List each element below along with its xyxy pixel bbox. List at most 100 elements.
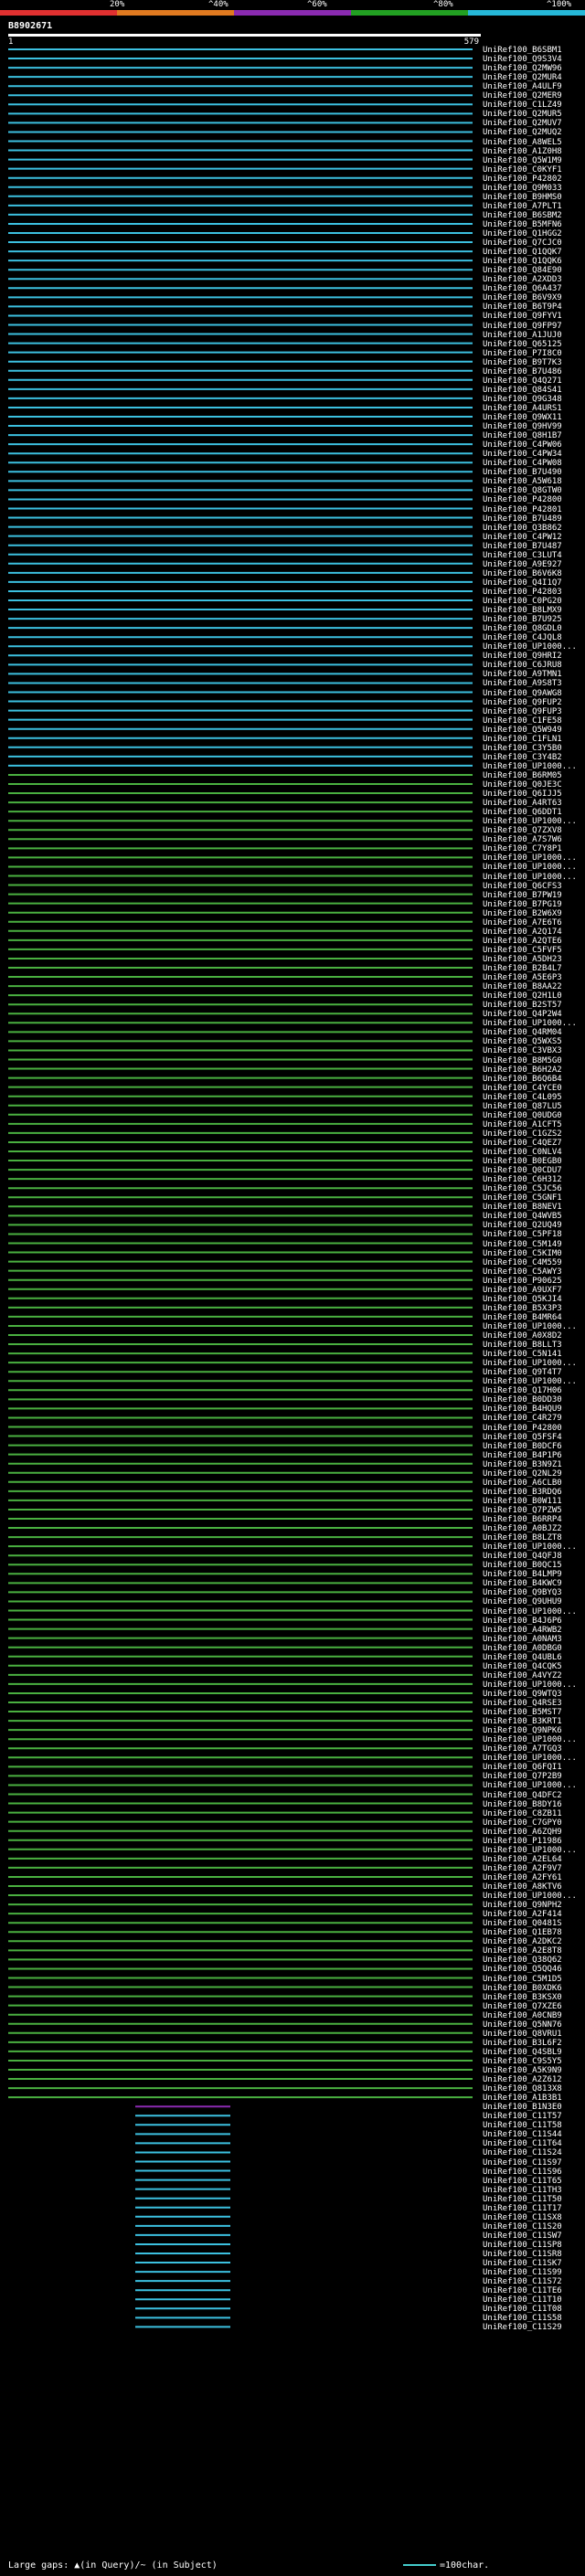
- hit-label[interactable]: UniRef100_C7Y8P1: [483, 844, 562, 853]
- hit-label[interactable]: UniRef100_B7U487: [483, 542, 562, 551]
- hit-label[interactable]: UniRef100_C0KYF1: [483, 165, 562, 175]
- hit-label[interactable]: UniRef100_C11T08: [483, 2305, 562, 2314]
- hit-label[interactable]: UniRef100_Q2MUQ2: [483, 128, 562, 137]
- hit-label[interactable]: UniRef100_Q9FYV1: [483, 312, 562, 321]
- hit-label[interactable]: UniRef100_UP1000...: [483, 1542, 577, 1552]
- hit-label[interactable]: UniRef100_A9S8T3: [483, 679, 562, 688]
- hit-label[interactable]: UniRef100_UP1000...: [483, 1377, 577, 1386]
- hit-label[interactable]: UniRef100_UP1000...: [483, 817, 577, 826]
- hit-label[interactable]: UniRef100_Q4CQK5: [483, 1662, 562, 1671]
- hit-label[interactable]: UniRef100_B6H2A2: [483, 1065, 562, 1075]
- hit-label[interactable]: UniRef100_C11S44: [483, 2130, 562, 2139]
- hit-label[interactable]: UniRef100_Q4I1Q7: [483, 578, 562, 588]
- hit-label[interactable]: UniRef100_Q7ZXV8: [483, 826, 562, 835]
- hit-label[interactable]: UniRef100_Q4P2W4: [483, 1010, 562, 1019]
- hit-label[interactable]: UniRef100_Q1QQK6: [483, 257, 562, 266]
- hit-label[interactable]: UniRef100_C3Y5B0: [483, 744, 562, 753]
- hit-label[interactable]: UniRef100_Q4DFC2: [483, 1791, 562, 1800]
- hit-label[interactable]: UniRef100_Q6IJJ5: [483, 790, 562, 799]
- hit-label[interactable]: UniRef100_C11S99: [483, 2268, 562, 2277]
- hit-label[interactable]: UniRef100_C1FLN1: [483, 735, 562, 744]
- hit-label[interactable]: UniRef100_A4RT63: [483, 799, 562, 808]
- hit-label[interactable]: UniRef100_C11SK7: [483, 2259, 562, 2268]
- hit-label[interactable]: UniRef100_C11T17: [483, 2204, 562, 2213]
- hit-label[interactable]: UniRef100_B6RM05: [483, 771, 562, 780]
- hit-label[interactable]: UniRef100_B9T7K3: [483, 358, 562, 367]
- hit-label[interactable]: UniRef100_B6V9X9: [483, 293, 562, 302]
- hit-label[interactable]: UniRef100_Q9FUP2: [483, 698, 562, 707]
- hit-label[interactable]: UniRef100_A1CFT5: [483, 1120, 562, 1129]
- hit-label[interactable]: UniRef100_Q9FUP3: [483, 707, 562, 716]
- hit-label[interactable]: UniRef100_B5X3P3: [483, 1304, 562, 1313]
- hit-label[interactable]: UniRef100_Q9M033: [483, 184, 562, 193]
- hit-label[interactable]: UniRef100_Q8GDL0: [483, 624, 562, 633]
- hit-label[interactable]: UniRef100_C11TH3: [483, 2186, 562, 2195]
- hit-label[interactable]: UniRef100_C11TE6: [483, 2286, 562, 2295]
- hit-label[interactable]: UniRef100_C11T64: [483, 2139, 562, 2148]
- hit-label[interactable]: UniRef100_B8LMX9: [483, 606, 562, 615]
- hit-label[interactable]: UniRef100_Q813X8: [483, 2084, 562, 2094]
- hit-label[interactable]: UniRef100_Q1EB78: [483, 1928, 562, 1937]
- hit-label[interactable]: UniRef100_C11SW7: [483, 2231, 562, 2241]
- hit-label[interactable]: UniRef100_C11S29: [483, 2323, 562, 2332]
- hit-label[interactable]: UniRef100_C1LZ49: [483, 101, 562, 110]
- hit-label[interactable]: UniRef100_C4PW12: [483, 533, 562, 542]
- hit-label[interactable]: UniRef100_B4LMP9: [483, 1570, 562, 1579]
- hit-label[interactable]: UniRef100_C11T58: [483, 2121, 562, 2130]
- hit-label[interactable]: UniRef100_B3N9Z1: [483, 1460, 562, 1469]
- hit-label[interactable]: UniRef100_Q7XZE6: [483, 2002, 562, 2011]
- hit-label[interactable]: UniRef100_Q9G348: [483, 395, 562, 404]
- hit-label[interactable]: UniRef100_B2ST57: [483, 1001, 562, 1010]
- hit-label[interactable]: UniRef100_C5PF18: [483, 1230, 562, 1239]
- hit-label[interactable]: UniRef100_B8DY16: [483, 1800, 562, 1809]
- hit-label[interactable]: UniRef100_B6SBM2: [483, 211, 562, 220]
- hit-label[interactable]: UniRef100_A9UXF7: [483, 1286, 562, 1295]
- hit-label[interactable]: UniRef100_UP1000...: [483, 1359, 577, 1368]
- hit-label[interactable]: UniRef100_Q84S41: [483, 386, 562, 395]
- hit-label[interactable]: UniRef100_B6Q6B4: [483, 1075, 562, 1084]
- hit-label[interactable]: UniRef100_Q38Q62: [483, 1956, 562, 1965]
- hit-label[interactable]: UniRef100_B7U490: [483, 468, 562, 477]
- hit-label[interactable]: UniRef100_Q2MER9: [483, 91, 562, 101]
- hit-label[interactable]: UniRef100_C11S96: [483, 2168, 562, 2177]
- hit-label[interactable]: UniRef100_Q17H06: [483, 1386, 562, 1395]
- hit-label[interactable]: UniRef100_Q9T4T7: [483, 1368, 562, 1377]
- hit-label[interactable]: UniRef100_B4KWC9: [483, 1579, 562, 1588]
- hit-label[interactable]: UniRef100_C11S58: [483, 2314, 562, 2323]
- hit-label[interactable]: UniRef100_A0CNB9: [483, 2011, 562, 2020]
- hit-label[interactable]: UniRef100_Q6DDT1: [483, 808, 562, 817]
- hit-label[interactable]: UniRef100_Q7PZW5: [483, 1506, 562, 1515]
- hit-label[interactable]: UniRef100_A2E8T8: [483, 1946, 562, 1956]
- hit-label[interactable]: UniRef100_C0NLV4: [483, 1148, 562, 1157]
- hit-label[interactable]: UniRef100_UP1000...: [483, 762, 577, 771]
- hit-label[interactable]: UniRef100_UP1000...: [483, 853, 577, 863]
- hit-label[interactable]: UniRef100_Q9UHU9: [483, 1597, 562, 1606]
- hit-label[interactable]: UniRef100_UP1000...: [483, 1019, 577, 1028]
- hit-label[interactable]: UniRef100_B0DCF6: [483, 1442, 562, 1451]
- hit-label[interactable]: UniRef100_A8KTV6: [483, 1882, 562, 1892]
- hit-label[interactable]: UniRef100_Q7CJC0: [483, 239, 562, 248]
- hit-label[interactable]: UniRef100_A2FY61: [483, 1873, 562, 1882]
- hit-label[interactable]: UniRef100_Q1HGG2: [483, 229, 562, 239]
- hit-label[interactable]: UniRef100_Q9NPK6: [483, 1726, 562, 1735]
- hit-label[interactable]: UniRef100_UP1000...: [483, 873, 577, 882]
- hit-label[interactable]: UniRef100_P42800: [483, 495, 562, 504]
- hit-label[interactable]: UniRef100_B0EGB0: [483, 1157, 562, 1166]
- hit-label[interactable]: UniRef100_A7S7W6: [483, 835, 562, 844]
- hit-label[interactable]: UniRef100_Q2MUR5: [483, 110, 562, 119]
- hit-label[interactable]: UniRef100_Q5WXS5: [483, 1037, 562, 1046]
- hit-label[interactable]: UniRef100_A4URS1: [483, 404, 562, 413]
- hit-label[interactable]: UniRef100_B7U486: [483, 367, 562, 376]
- hit-label[interactable]: UniRef100_Q0JE3C: [483, 780, 562, 790]
- hit-label[interactable]: UniRef100_B4P1P6: [483, 1451, 562, 1460]
- hit-label[interactable]: UniRef100_C5JC56: [483, 1184, 562, 1193]
- hit-label[interactable]: UniRef100_P42803: [483, 588, 562, 597]
- hit-label[interactable]: UniRef100_UP1000...: [483, 1735, 577, 1744]
- hit-label[interactable]: UniRef100_B0DD30: [483, 1395, 562, 1405]
- hit-label[interactable]: UniRef100_A2Z612: [483, 2075, 562, 2084]
- hit-label[interactable]: UniRef100_Q4WVB5: [483, 1212, 562, 1221]
- hit-label[interactable]: UniRef100_C11S72: [483, 2277, 562, 2286]
- hit-label[interactable]: UniRef100_B0W111: [483, 1497, 562, 1506]
- hit-label[interactable]: UniRef100_B2B4L7: [483, 964, 562, 973]
- hit-label[interactable]: UniRef100_C11SR8: [483, 2250, 562, 2259]
